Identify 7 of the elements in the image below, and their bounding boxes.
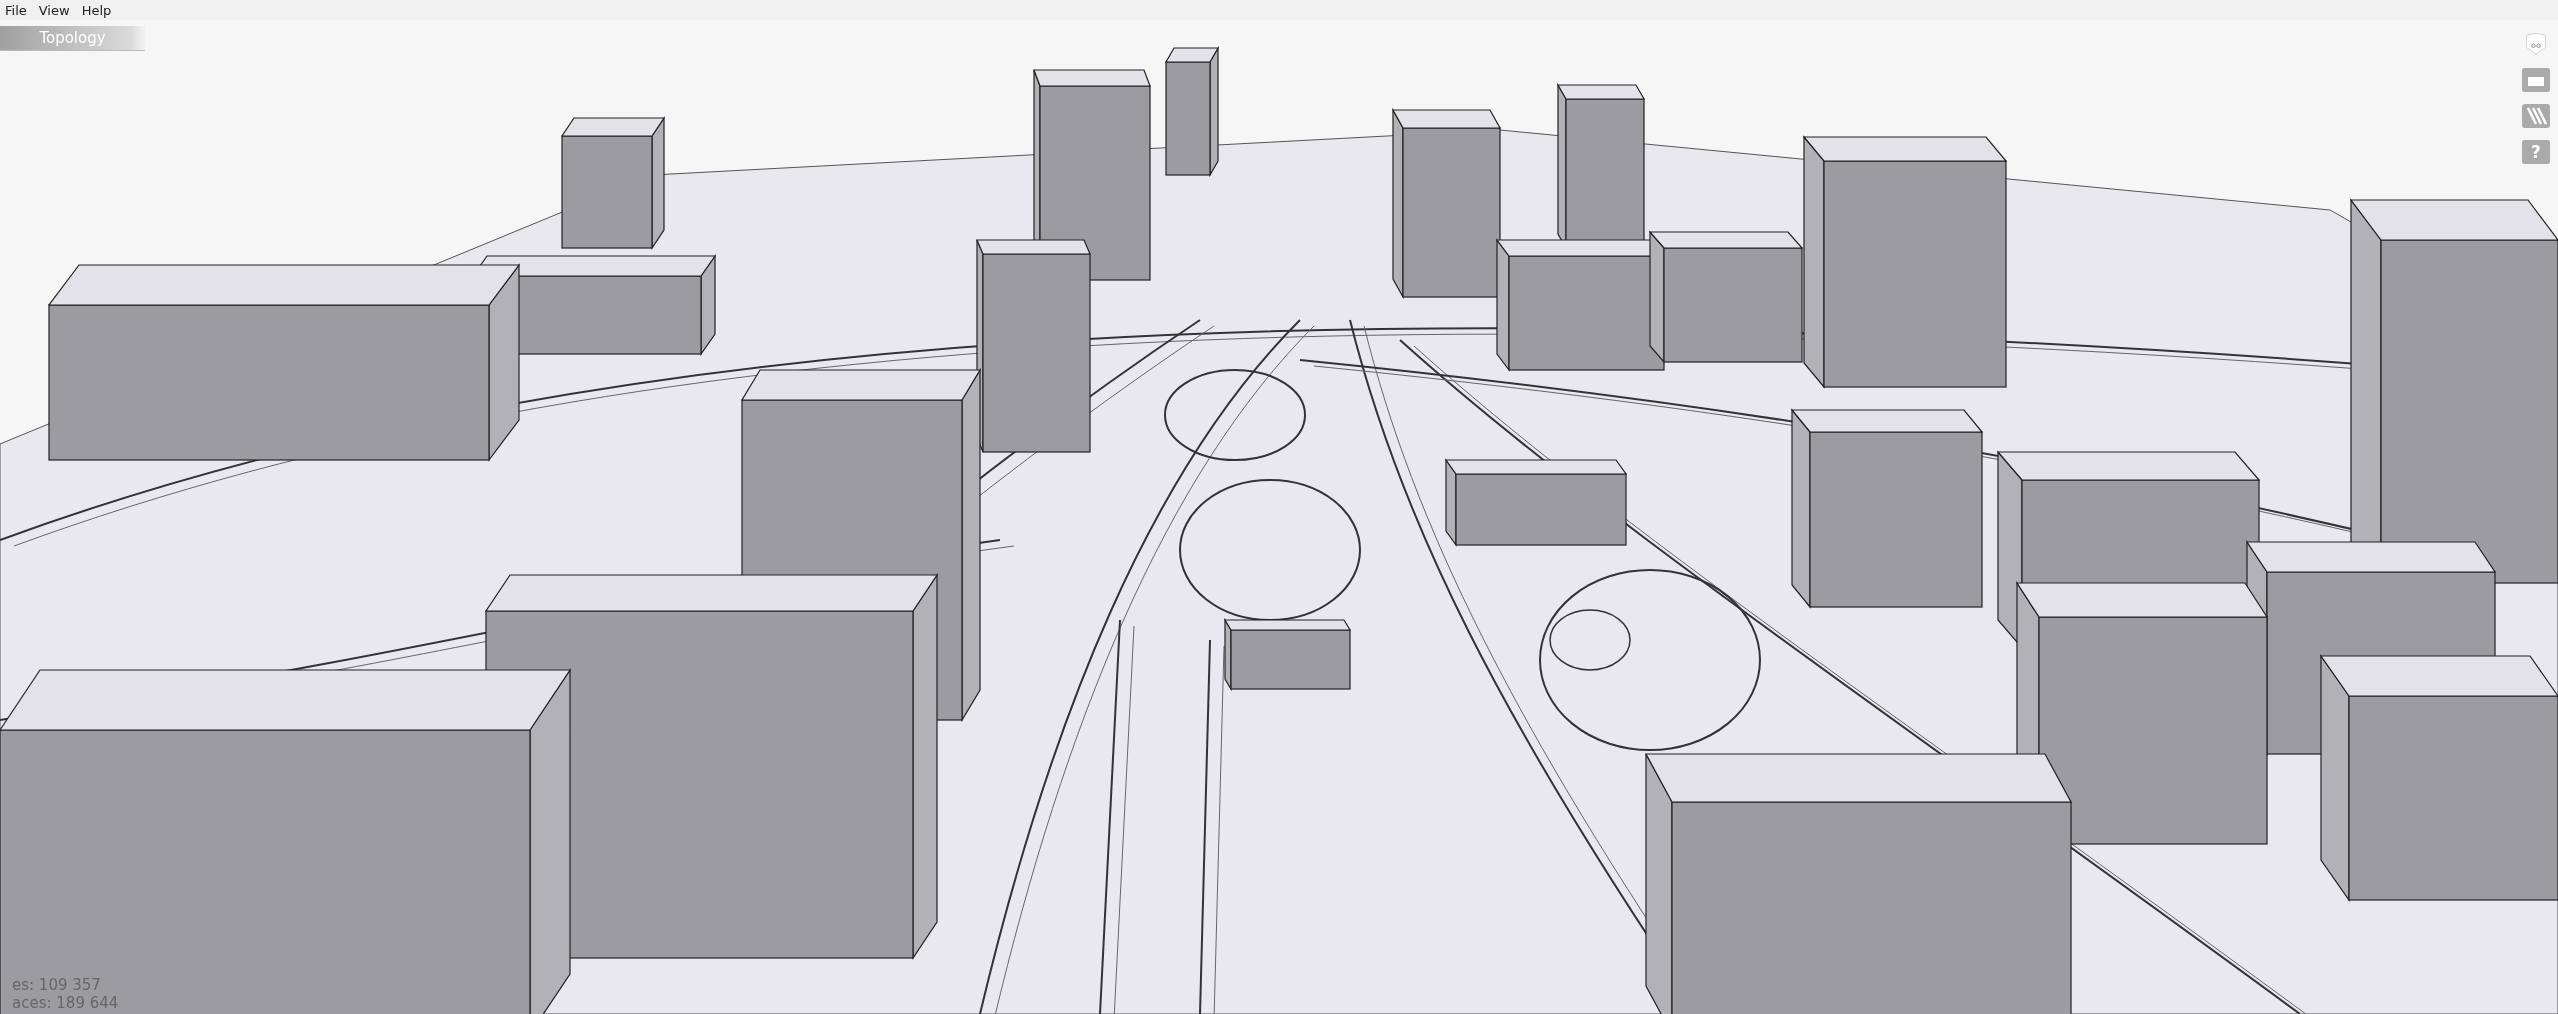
hatch-icon[interactable] — [2522, 104, 2550, 128]
stats-text: aces: 189 644 — [12, 994, 119, 1012]
window-icon[interactable] — [2522, 68, 2550, 92]
menu-item[interactable]: File — [5, 2, 27, 18]
menu-item[interactable]: View — [38, 2, 70, 18]
stats-text: es: 109 357 — [12, 976, 102, 994]
menu-item[interactable]: Help — [81, 2, 112, 18]
